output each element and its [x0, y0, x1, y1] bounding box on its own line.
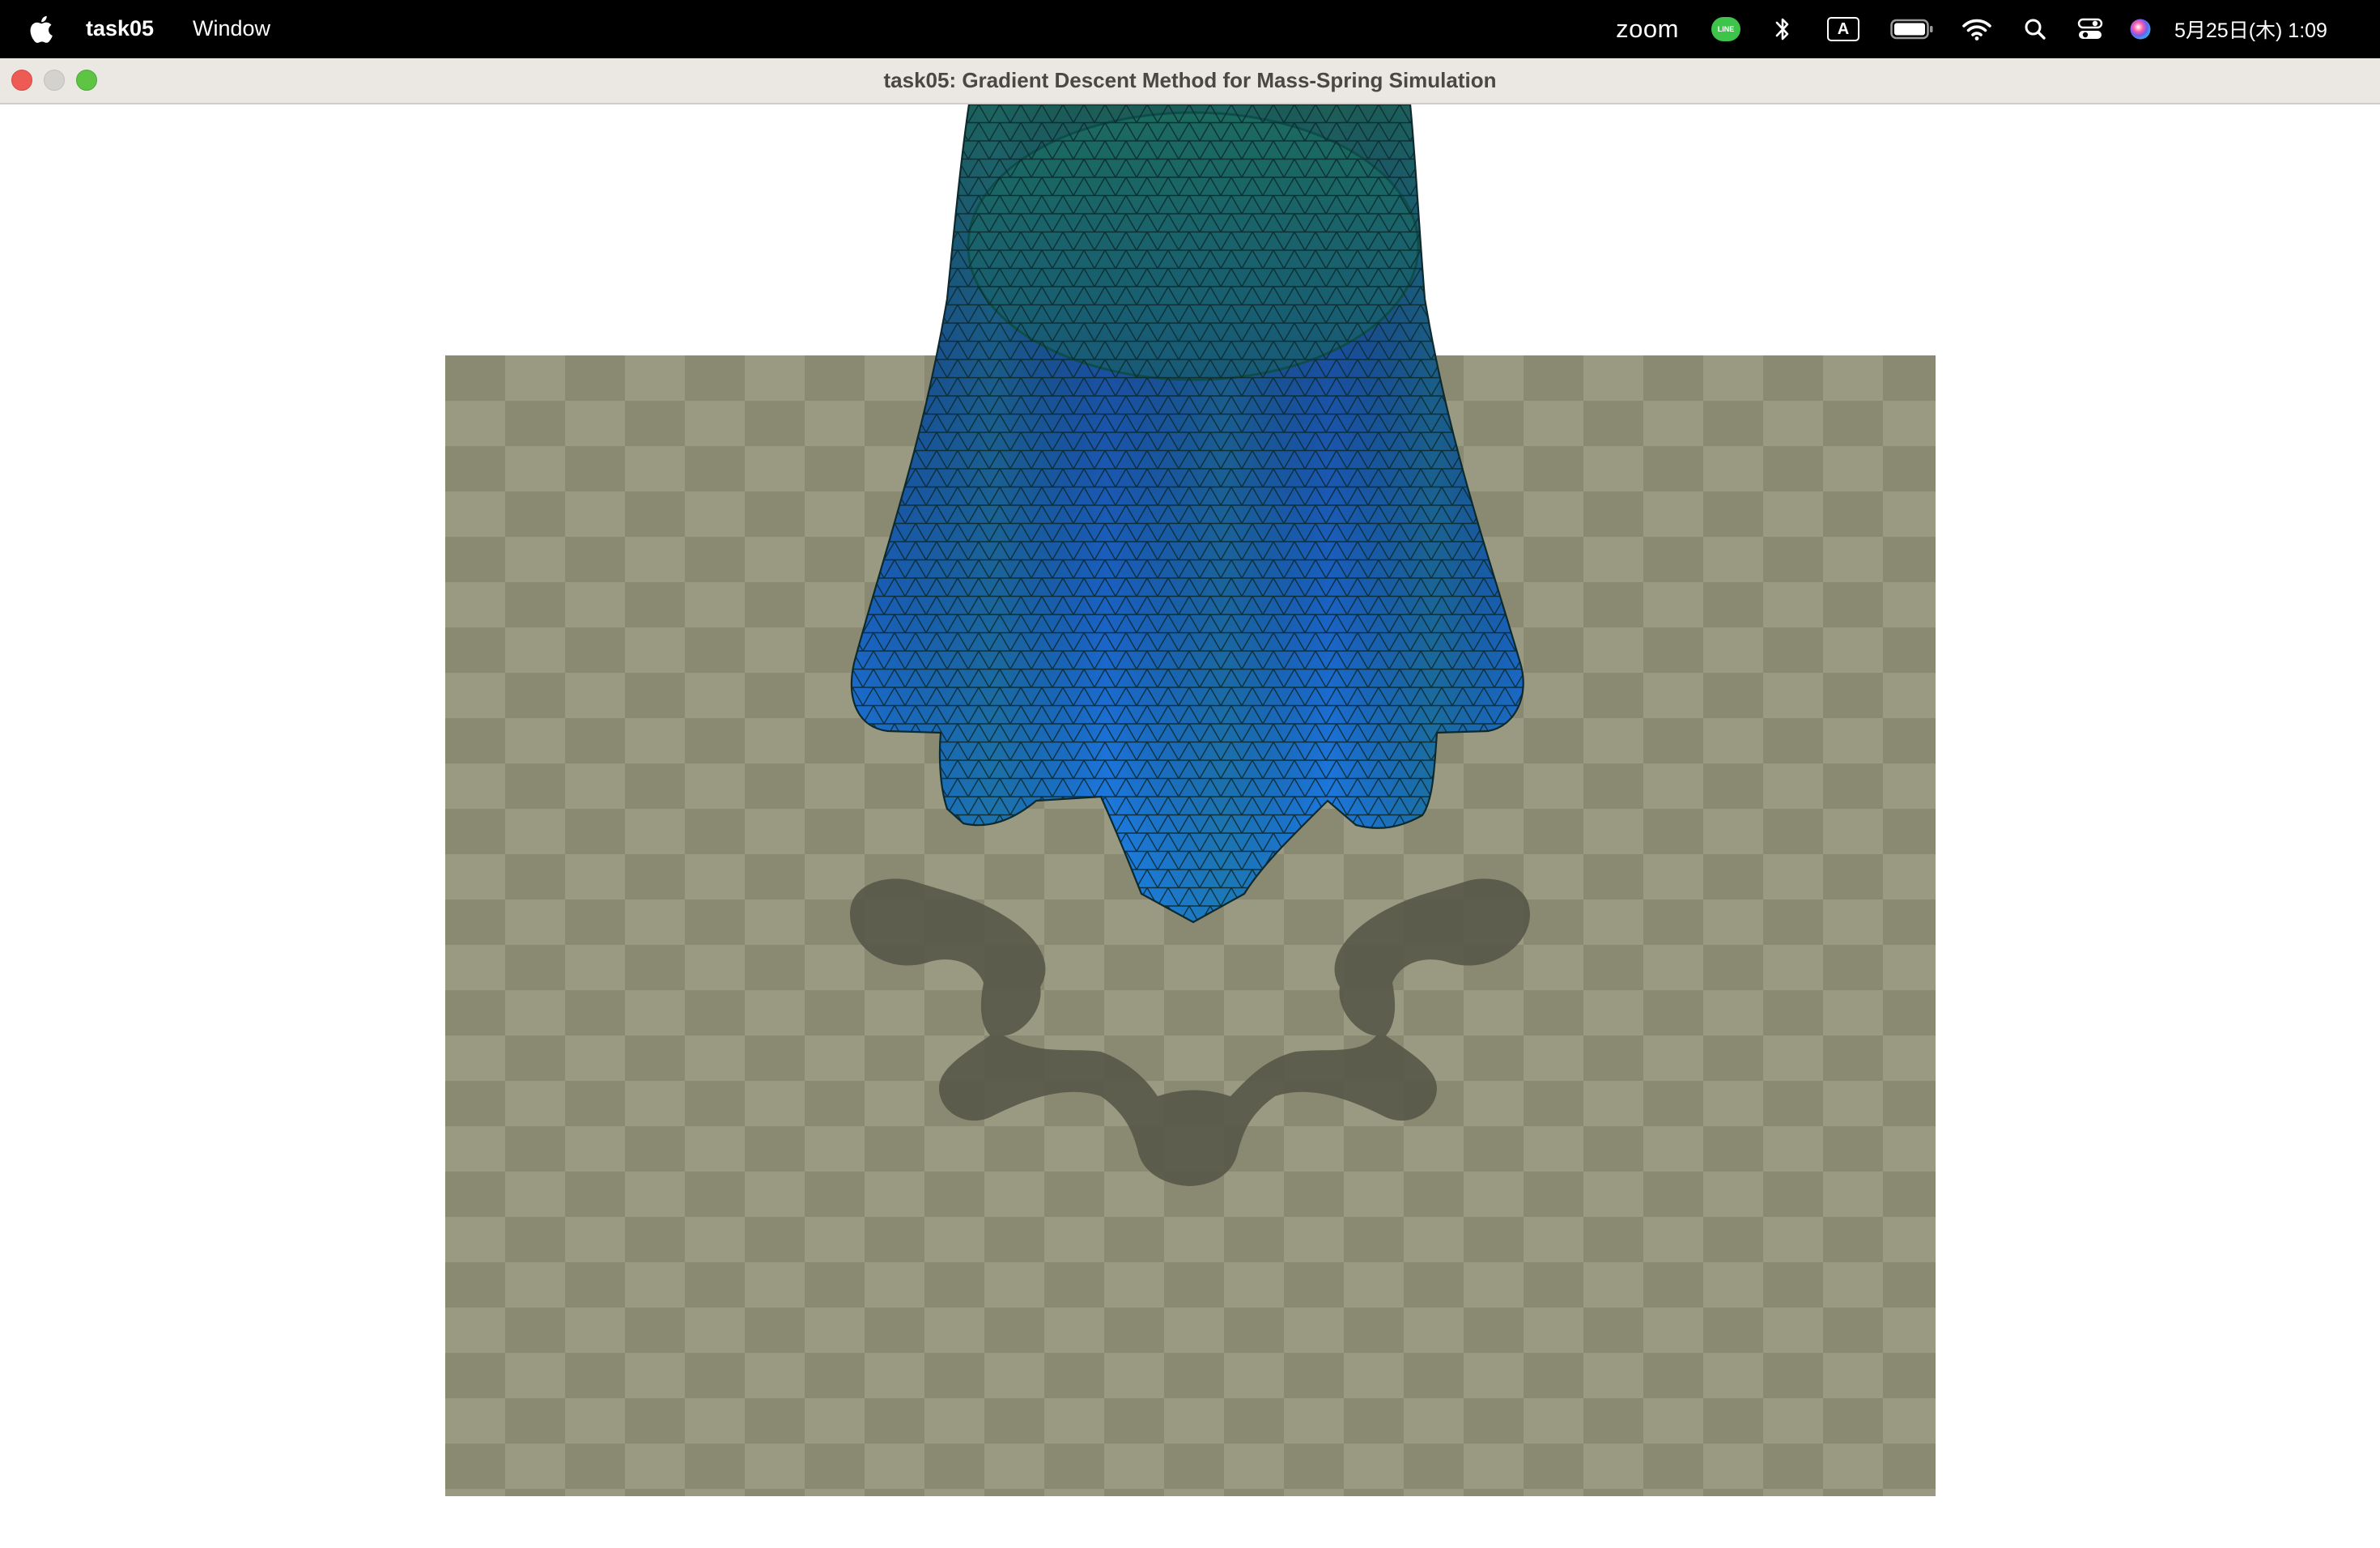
wifi-icon — [1962, 19, 1991, 40]
bluetooth-icon — [1775, 18, 1789, 40]
control-center-icon — [2077, 18, 2103, 39]
battery-status-item[interactable] — [1889, 0, 1935, 58]
wifi-status-item[interactable] — [1959, 0, 1995, 58]
simulation-viewport[interactable] — [0, 104, 2380, 1548]
spotlight-search-icon — [2025, 19, 2046, 40]
siri-status-item[interactable] — [2126, 0, 2155, 58]
input-source-icon: A — [1827, 17, 1859, 41]
spotlight-status-item[interactable] — [2019, 0, 2051, 58]
menu-window[interactable]: Window — [193, 0, 270, 57]
menu-bar: task05 Window zoom LINE A 5月25日(木) 1:09 — [0, 0, 2380, 58]
line-icon: LINE — [1711, 17, 1740, 41]
clock[interactable]: 5月25日(木) 1:09 — [2174, 0, 2369, 58]
apple-icon[interactable] — [29, 13, 57, 45]
siri-icon — [2130, 19, 2151, 40]
control-center-status-item[interactable] — [2072, 0, 2108, 58]
line-status-item[interactable]: LINE — [1710, 0, 1742, 58]
battery-icon — [1890, 19, 1933, 40]
window-title: task05: Gradient Descent Method for Mass… — [883, 68, 1497, 92]
menu-app-name[interactable]: task05 — [86, 0, 154, 57]
bluetooth-status-item[interactable] — [1766, 0, 1799, 58]
input-source-status-item[interactable]: A — [1823, 0, 1864, 58]
zoom-status-item[interactable]: zoom — [1611, 0, 1684, 58]
